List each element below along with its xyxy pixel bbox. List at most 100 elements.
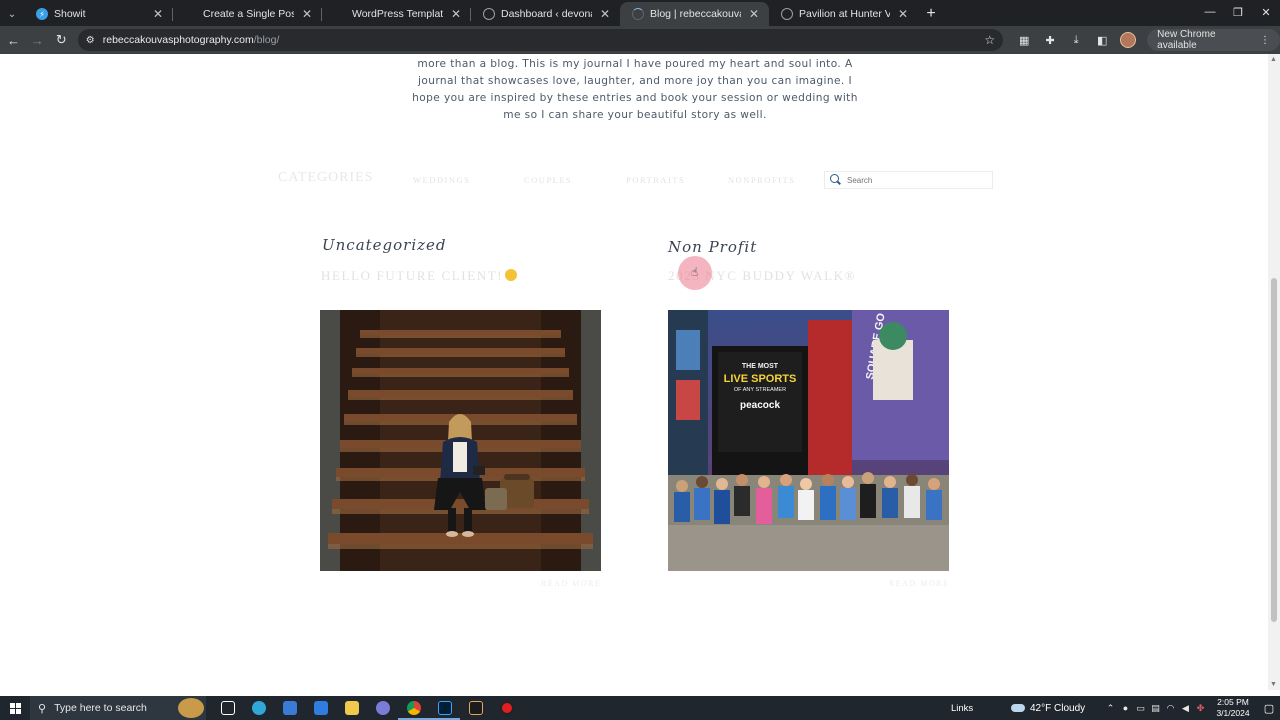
clock-time: 2:05 PM (1217, 697, 1249, 707)
post-title-text: HELLO FUTURE CLIENT! (321, 268, 504, 283)
store-icon[interactable] (274, 696, 305, 720)
billboard-line1: THE MOST (742, 363, 779, 370)
url-path: /blog/ (253, 34, 280, 46)
category-link-couples[interactable]: COUPLES (524, 175, 572, 185)
microphone-icon[interactable]: ● (1118, 703, 1133, 713)
billboard-line3: OF ANY STREAMER (734, 387, 786, 393)
wink-emoji-icon (505, 269, 518, 281)
new-tab-button[interactable]: + (918, 2, 944, 26)
extensions-icon[interactable]: ✚ (1037, 29, 1063, 51)
taskbar-search-box[interactable]: ⚲ Type here to search (30, 696, 206, 720)
close-tab-icon[interactable]: ✕ (598, 7, 612, 21)
task-view-icon[interactable] (212, 696, 243, 720)
close-window-icon[interactable]: ✕ (1252, 0, 1280, 24)
device-icon[interactable]: ▭ (1133, 703, 1148, 714)
restore-icon[interactable]: ❐ (1224, 0, 1252, 24)
tab-blog-active[interactable]: Blog | rebeccakouvasphotograp ✕ (620, 2, 769, 26)
read-more-link[interactable]: READ MORE (889, 579, 949, 588)
billboard-line4: peacock (740, 400, 780, 411)
wifi-icon[interactable]: ◠ (1163, 703, 1178, 714)
close-tab-icon[interactable]: ✕ (151, 7, 165, 21)
start-button[interactable] (0, 696, 30, 720)
globe-favicon-icon (781, 8, 793, 20)
wordpress-favicon-icon (483, 8, 495, 20)
category-link-weddings[interactable]: WEDDINGS (413, 175, 470, 185)
update-label: New Chrome available (1157, 29, 1216, 51)
page-scrollbar[interactable]: ▲ ▼ (1268, 54, 1280, 690)
recorder-icon[interactable] (491, 696, 522, 720)
taskbar-pinned-apps (212, 696, 522, 720)
system-tray: Links 42°F Cloudy ⌃ ● ▭ ▤ ◠ ◀ ✤ 2:05 PM … (951, 696, 1280, 720)
tab-title: Create a Single Post Template | (203, 8, 294, 20)
close-tab-icon[interactable]: ✕ (747, 7, 761, 21)
category-link-portraits[interactable]: PORTRAITS (626, 175, 685, 185)
reload-icon[interactable]: ↻ (51, 29, 72, 51)
browser-tab-strip: ⌄ ⚡ Showit ✕ Create a Single Post Templa… (0, 0, 1280, 26)
app-icon[interactable] (367, 696, 398, 720)
bookmark-star-icon[interactable]: ☆ (984, 33, 995, 47)
mail-icon[interactable] (305, 696, 336, 720)
blog-search-box[interactable] (824, 171, 993, 189)
file-explorer-icon[interactable] (336, 696, 367, 720)
blog-intro-text: more than a blog. This is my journal I h… (412, 58, 858, 121)
forward-arrow-icon[interactable]: → (27, 29, 48, 51)
site-info-icon[interactable]: ⚙ (86, 35, 95, 46)
notifications-icon[interactable]: ▢ (1258, 702, 1280, 715)
side-panel-icon[interactable]: ◧ (1089, 29, 1115, 51)
post-image-times-square-crowd[interactable]: THE MOST LIVE SPORTS OF ANY STREAMER pea… (668, 310, 949, 571)
bridge-icon[interactable] (460, 696, 491, 720)
tab-pavilion[interactable]: Pavilion at Hunter Valley - Wint ✕ (769, 2, 918, 26)
printer-icon[interactable]: ▤ (1148, 703, 1163, 714)
tab-title: Blog | rebeccakouvasphotograp (650, 8, 741, 20)
speaker-icon[interactable]: ◀ (1178, 703, 1193, 714)
cloud-icon (1011, 704, 1025, 712)
read-more-link[interactable]: READ MORE (541, 579, 601, 588)
post-category-non-profit[interactable]: Non Profit (668, 238, 757, 256)
scroll-up-arrow-icon[interactable]: ▲ (1270, 56, 1277, 63)
tab-single-post-template[interactable]: Create a Single Post Template | ✕ (173, 2, 322, 26)
url-text[interactable]: rebeccakouvasphotography.com/blog/ (103, 34, 977, 46)
kebab-menu-icon[interactable]: ⋮ (1260, 35, 1270, 46)
tab-wordpress-placeholder[interactable]: WordPress Template Placeholde ✕ (322, 2, 471, 26)
tab-title: Showit (54, 8, 86, 20)
billboard-line2: LIVE SPORTS (724, 373, 797, 385)
taskbar-search-placeholder: Type here to search (54, 702, 147, 714)
address-bar[interactable]: ⚙ rebeccakouvasphotography.com/blog/ ☆ (77, 29, 1004, 51)
clock-date: 3/1/2024 (1216, 708, 1250, 718)
loading-favicon-icon (632, 8, 644, 20)
search-icon (829, 174, 841, 186)
categories-heading: CATEGORIES (278, 170, 374, 185)
blog-search-input[interactable] (847, 175, 987, 185)
hand-cursor-icon: ☝ (691, 265, 699, 279)
chrome-icon[interactable] (398, 696, 429, 720)
update-chrome-button[interactable]: New Chrome available ⋮ (1147, 29, 1280, 51)
url-domain: rebeccakouvasphotography.com (102, 34, 254, 46)
search-highlight-image (178, 698, 204, 718)
weather-widget[interactable]: 42°F Cloudy (1011, 703, 1103, 714)
close-tab-icon[interactable]: ✕ (300, 7, 314, 21)
links-toolbar[interactable]: Links (951, 703, 1011, 714)
staircase-photo (320, 310, 601, 571)
system-clock[interactable]: 2:05 PM 3/1/2024 (1208, 697, 1258, 719)
profile-avatar[interactable] (1115, 29, 1141, 51)
chevron-up-icon[interactable]: ⌃ (1103, 703, 1118, 714)
back-arrow-icon[interactable]: ← (3, 29, 24, 51)
scrollbar-thumb[interactable] (1271, 278, 1277, 622)
tab-dashboard[interactable]: Dashboard ‹ devonadriannephc ✕ (471, 2, 620, 26)
edge-icon[interactable] (243, 696, 274, 720)
tab-showit[interactable]: ⚡ Showit ✕ (24, 2, 173, 26)
downloads-icon[interactable]: ⤓ (1063, 29, 1089, 51)
close-tab-icon[interactable]: ✕ (896, 7, 910, 21)
minimize-icon[interactable]: — (1196, 0, 1224, 24)
app-tray-icon[interactable]: ✤ (1193, 703, 1208, 714)
post-title-hello-future-client[interactable]: HELLO FUTURE CLIENT! (321, 268, 518, 284)
blank-favicon-icon (185, 8, 197, 20)
category-link-nonprofits[interactable]: NONPROFITS (728, 175, 795, 185)
post-image-staircase-portrait[interactable] (320, 310, 601, 571)
post-category-uncategorized[interactable]: Uncategorized (322, 236, 447, 254)
photoshop-icon[interactable] (429, 696, 460, 720)
close-tab-icon[interactable]: ✕ (449, 7, 463, 21)
scroll-down-arrow-icon[interactable]: ▼ (1270, 681, 1277, 688)
tab-search-chevron-icon[interactable]: ⌄ (0, 2, 24, 26)
extension-puzzle-icon[interactable]: ▦ (1011, 29, 1037, 51)
